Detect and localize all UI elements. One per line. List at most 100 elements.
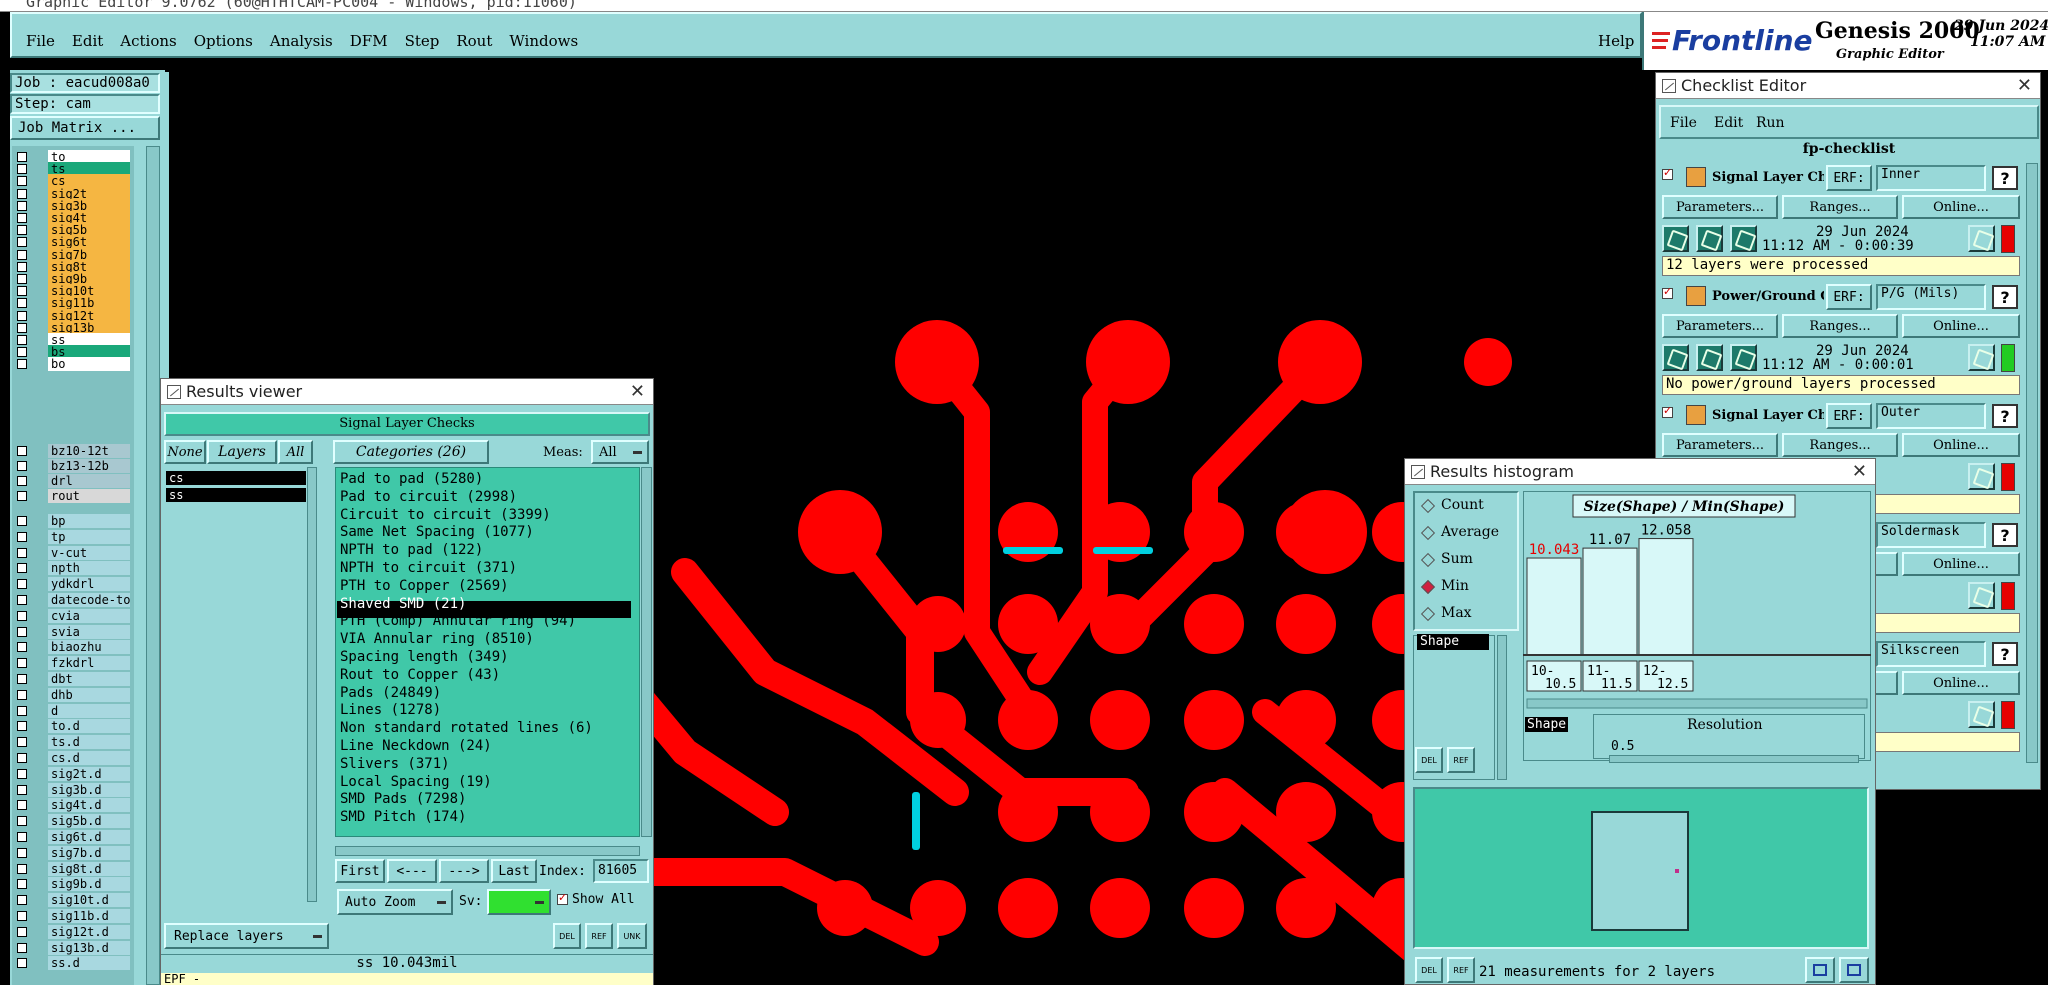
category-item[interactable]: Line Neckdown (24)	[337, 738, 492, 755]
layer-checkbox[interactable]	[17, 689, 27, 700]
ref-icon[interactable]: REF	[585, 923, 613, 949]
close-icon[interactable]: ✕	[1852, 461, 1867, 482]
menu-options[interactable]: Options	[194, 32, 253, 50]
category-item[interactable]: Pad to circuit (2998)	[337, 489, 517, 506]
online-button[interactable]: Online...	[1902, 195, 2020, 219]
sv-color-dropdown[interactable]	[487, 889, 551, 915]
histogram-ref-icon[interactable]: REF	[1447, 747, 1475, 773]
layer-row-bz13-12b[interactable]: bz13-12b	[14, 459, 130, 473]
layer-checkbox[interactable]	[17, 261, 27, 272]
parameters-button[interactable]: Parameters...	[1662, 433, 1778, 457]
layer-checkbox[interactable]	[17, 721, 27, 732]
histogram-ref-icon-bottom[interactable]: REF	[1447, 957, 1475, 983]
layers-button[interactable]: Layers	[207, 440, 277, 464]
layer-row-ydkdrl[interactable]: ydkdrl	[14, 577, 130, 592]
run-icon[interactable]	[1662, 344, 1689, 371]
check-enabled-checkbox[interactable]	[1662, 166, 1673, 180]
run-step-icon[interactable]	[1730, 225, 1757, 252]
close-icon[interactable]: ✕	[2017, 75, 2032, 96]
layer-checkbox[interactable]	[17, 516, 27, 526]
resolution-slider[interactable]	[1609, 755, 1859, 763]
category-item[interactable]: Circuit to circuit (3399)	[337, 507, 551, 524]
zoom-icon[interactable]	[1968, 701, 1995, 728]
none-button[interactable]: None	[164, 440, 206, 464]
category-item[interactable]: Rout to Copper (43)	[337, 667, 500, 684]
layer-row-sig7b.d[interactable]: sig7b.d	[14, 845, 130, 860]
layer-row-sig10t.d[interactable]: sig10t.d	[14, 893, 130, 908]
category-vscroll[interactable]	[641, 467, 652, 837]
layer-row-sig13b.d[interactable]: sig13b.d	[14, 940, 130, 955]
layer-checkbox[interactable]	[17, 152, 27, 162]
help-icon[interactable]: ?	[1992, 166, 2018, 190]
layer-checkbox[interactable]	[17, 176, 27, 187]
checklist-menu-edit[interactable]: Edit	[1714, 115, 1743, 131]
layer-row-cs.d[interactable]: cs.d	[14, 751, 130, 765]
histogram-option-average[interactable]: Average	[1441, 524, 1499, 540]
layer-checkbox[interactable]	[17, 188, 27, 199]
layer-checkbox[interactable]	[17, 359, 27, 370]
layer-checkbox[interactable]	[17, 274, 27, 284]
histogram-del-icon-bottom[interactable]: DEL	[1415, 957, 1443, 983]
help-icon[interactable]: ?	[1992, 523, 2018, 547]
category-item[interactable]: PTH to Copper (2569)	[337, 578, 509, 595]
menu-file[interactable]: File	[26, 32, 55, 50]
layer-checkbox[interactable]	[17, 237, 27, 248]
layer-checkbox[interactable]	[17, 753, 27, 763]
menu-step[interactable]: Step	[405, 32, 440, 50]
run-all-icon[interactable]	[1696, 225, 1723, 252]
category-item[interactable]: Local Spacing (19)	[337, 774, 492, 791]
layer-row-d[interactable]: d	[14, 703, 130, 718]
histogram-option-max[interactable]: Max	[1441, 605, 1472, 621]
layer-row-rout[interactable]: rout	[14, 489, 130, 503]
zoom-icon[interactable]	[1968, 225, 1995, 252]
layer-checkbox[interactable]	[17, 286, 27, 297]
ranges-button[interactable]: Ranges...	[1782, 195, 1898, 219]
check-enabled-checkbox[interactable]	[1662, 285, 1673, 299]
run-step-icon[interactable]	[1730, 344, 1757, 371]
layer-row-svia[interactable]: svia	[14, 624, 130, 639]
layer-row-datecode-to[interactable]: datecode-to	[14, 593, 130, 607]
histogram-option-count[interactable]: Count	[1441, 497, 1484, 513]
layer-row-bp[interactable]: bp	[14, 514, 130, 528]
replace-layers-dropdown[interactable]: Replace layers	[164, 923, 329, 949]
layer-checkbox[interactable]	[17, 322, 27, 333]
categories-button[interactable]: Categories (26)	[333, 440, 489, 464]
category-item[interactable]: Same Net Spacing (1077)	[337, 524, 534, 541]
layer-checkbox[interactable]	[17, 310, 27, 321]
layer-checkbox[interactable]	[17, 547, 27, 558]
result-layer-ss[interactable]: ss	[166, 488, 306, 502]
layer-row-ts.d[interactable]: ts.d	[14, 735, 130, 750]
layer-row-bz10-12t[interactable]: bz10-12t	[14, 444, 130, 458]
layer-checkbox[interactable]	[17, 705, 27, 716]
layer-row-sig8t.d[interactable]: sig8t.d	[14, 861, 130, 876]
last-button[interactable]: Last	[491, 859, 537, 883]
show-all-checkbox[interactable]	[557, 891, 568, 905]
help-icon[interactable]: ?	[1992, 404, 2018, 428]
first-button[interactable]: First	[335, 859, 385, 883]
layer-checkbox[interactable]	[17, 335, 27, 345]
layer-checkbox[interactable]	[17, 347, 27, 358]
help-icon[interactable]: ?	[1992, 285, 2018, 309]
category-item[interactable]: PTH (Comp) Annular ring (94)	[337, 613, 576, 630]
ranges-button[interactable]: Ranges...	[1782, 314, 1898, 338]
category-hscroll[interactable]	[335, 846, 640, 856]
layer-row-sig6t.d[interactable]: sig6t.d	[14, 830, 130, 844]
layer-row-dbt[interactable]: dbt	[14, 672, 130, 686]
layer-row-bo[interactable]: bo	[14, 357, 130, 372]
run-icon[interactable]	[1662, 225, 1689, 252]
layer-row-sig9b.d[interactable]: sig9b.d	[14, 877, 130, 892]
all-button[interactable]: All	[278, 440, 313, 464]
layer-checkbox[interactable]	[17, 225, 27, 236]
layer-row-npth[interactable]: npth	[14, 561, 130, 576]
category-item[interactable]: VIA Annular ring (8510)	[337, 631, 534, 648]
menu-edit[interactable]: Edit	[72, 32, 103, 50]
layer-checkbox[interactable]	[17, 674, 27, 684]
layer-checkbox[interactable]	[17, 200, 27, 211]
menu-analysis[interactable]: Analysis	[270, 32, 333, 50]
layer-checkbox[interactable]	[17, 249, 27, 260]
layer-checkbox[interactable]	[17, 847, 27, 858]
layer-checkbox[interactable]	[17, 958, 27, 969]
job-matrix-button[interactable]: Job Matrix ...	[10, 116, 160, 140]
result-layer-cs[interactable]: cs	[166, 471, 306, 485]
layer-row-sig11b.d[interactable]: sig11b.d	[14, 909, 130, 923]
